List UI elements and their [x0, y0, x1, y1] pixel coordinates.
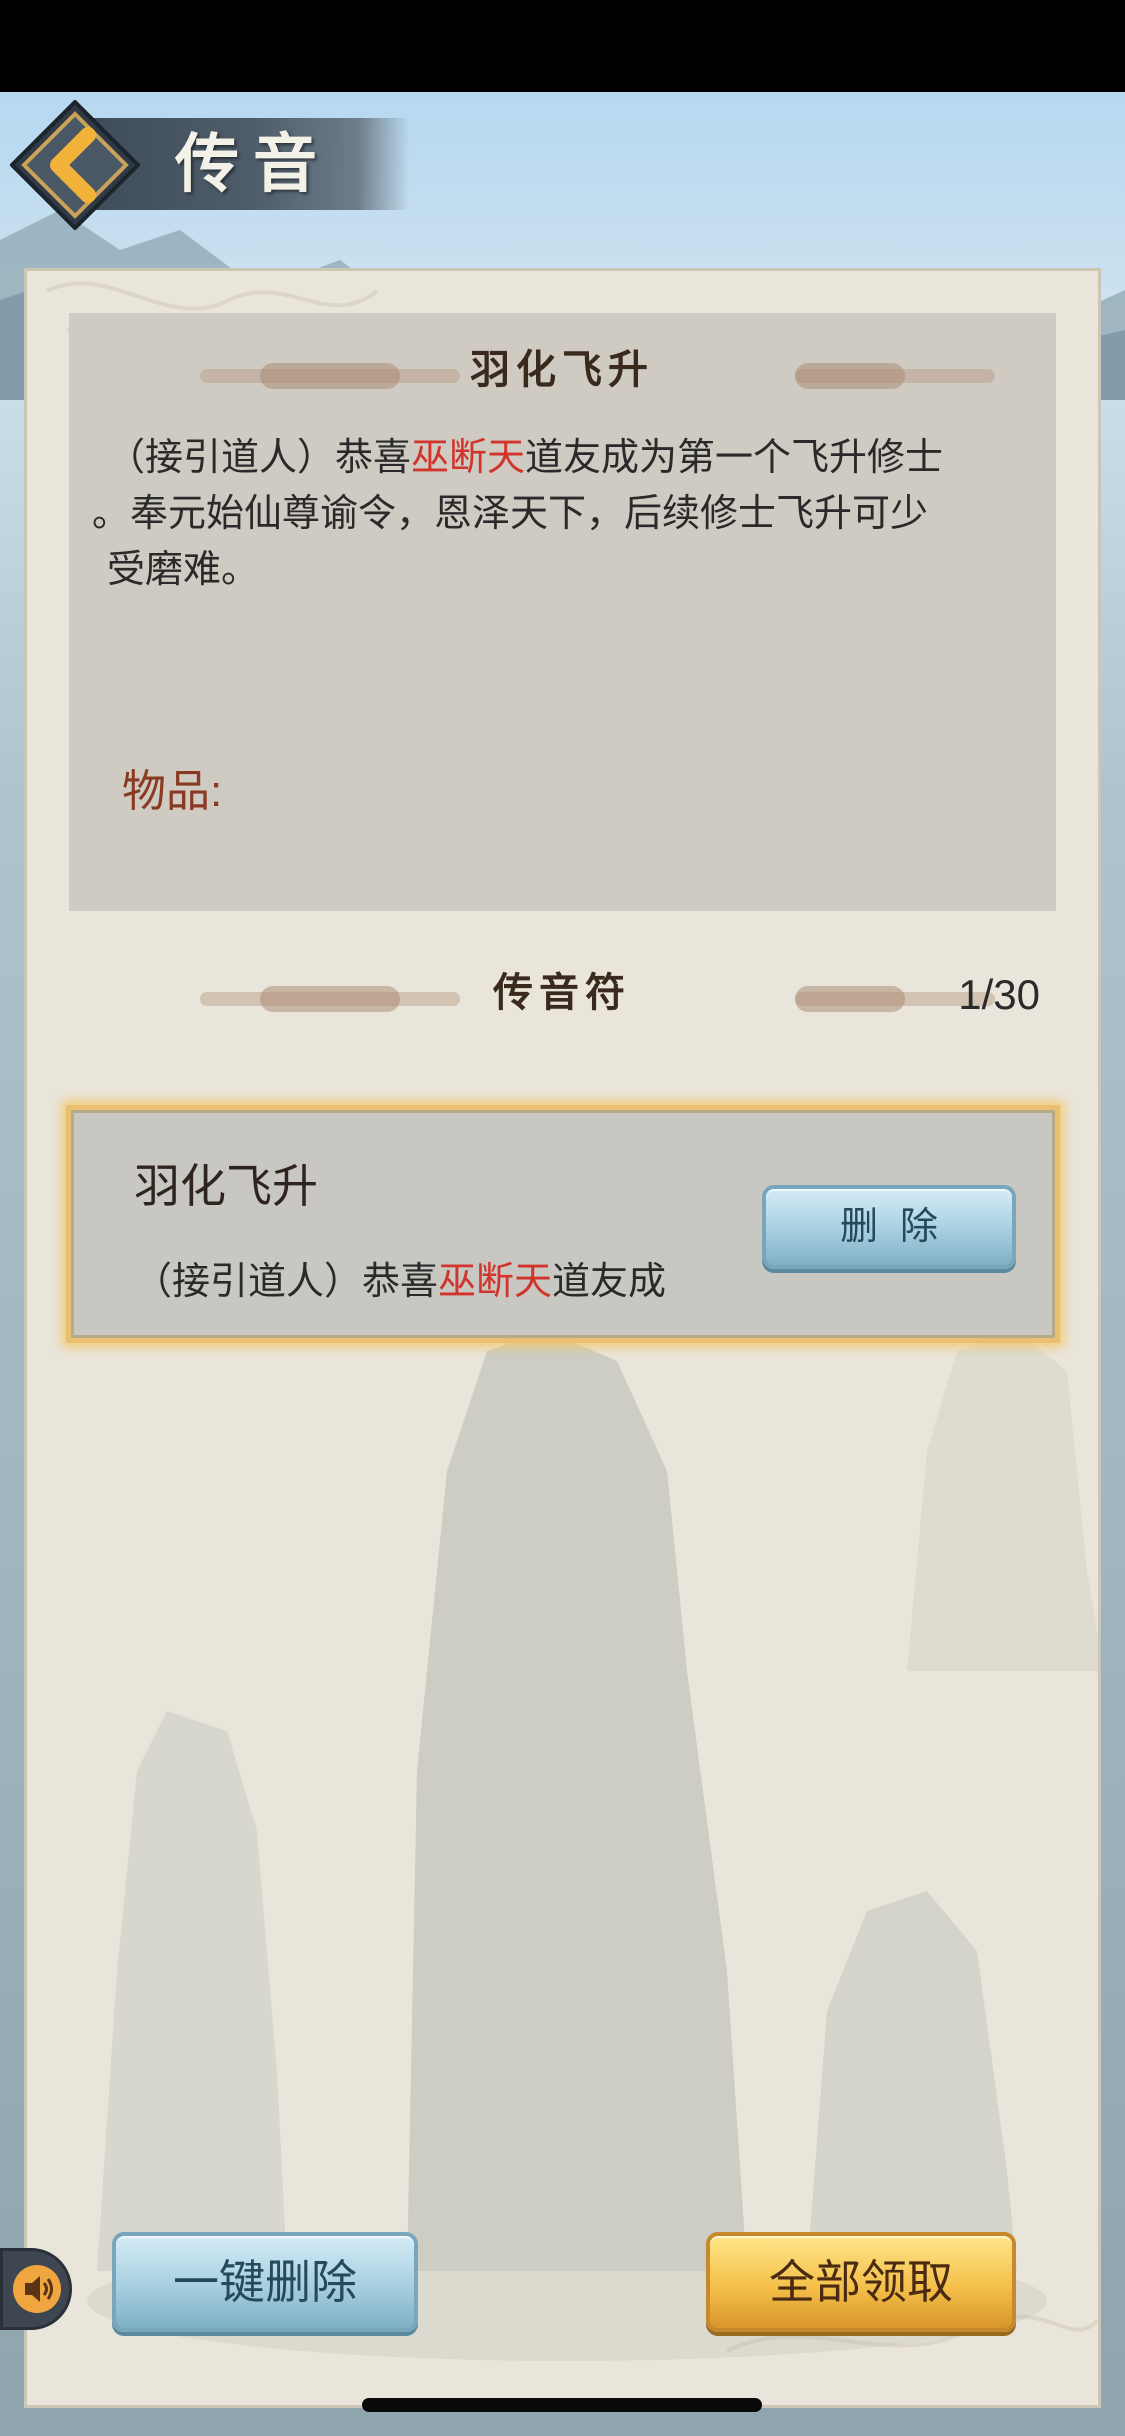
speaker-icon — [13, 2265, 61, 2313]
delete-all-button[interactable]: 一键删除 — [112, 2232, 418, 2332]
home-indicator — [362, 2398, 762, 2412]
page-title: 传音 — [175, 127, 331, 202]
message-count: 1/30 — [958, 971, 1040, 1018]
detail-line-2: 。奉元始仙尊谕令，恩泽天下，后续修士飞升可少 — [92, 493, 929, 535]
player-name-highlight: 巫断天 — [438, 1261, 553, 1303]
detail-title: 羽化飞升 — [470, 346, 654, 393]
delete-button[interactable]: 删除 — [762, 1185, 1016, 1269]
detail-line-3: 受磨难。 — [107, 549, 260, 591]
player-name-highlight: 巫断天 — [411, 437, 526, 479]
message-preview: （接引道人）恭喜巫断天道友成 — [134, 1261, 667, 1303]
sound-toggle-button[interactable] — [0, 2248, 72, 2330]
back-button[interactable] — [10, 100, 140, 230]
items-label: 物品: — [122, 767, 223, 816]
list-title: 传音符 — [493, 969, 631, 1016]
message-title: 羽化飞升 — [134, 1160, 318, 1212]
detail-body-text: （接引道人）恭喜巫断天道友成为第一个飞升修士 。奉元始仙尊谕令，恩泽天下，后续修… — [92, 430, 1007, 598]
status-bar — [0, 0, 1125, 92]
claim-all-button[interactable]: 全部领取 — [706, 2232, 1016, 2332]
detail-line-1: （接引道人）恭喜巫断天道友成为第一个飞升修士 — [107, 437, 944, 479]
